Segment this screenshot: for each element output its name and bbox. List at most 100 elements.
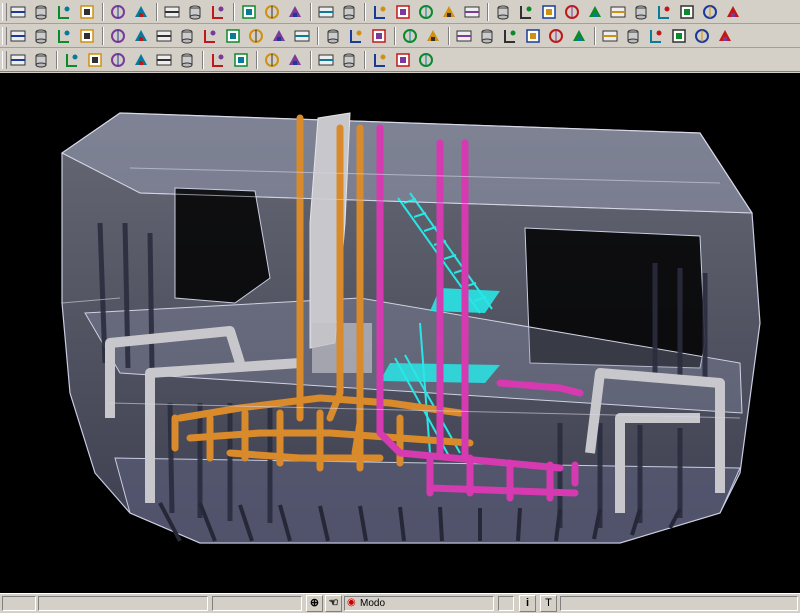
dim1-icon[interactable]: [600, 26, 620, 46]
pnt7-icon[interactable]: [208, 50, 228, 70]
net11-icon[interactable]: [723, 2, 743, 22]
tool1-icon[interactable]: [400, 26, 420, 46]
pnt1-icon[interactable]: [62, 50, 82, 70]
dim2-icon[interactable]: [623, 26, 643, 46]
toolbar-separator: [594, 27, 596, 45]
cyl1-icon[interactable]: [108, 26, 128, 46]
export-icon[interactable]: [569, 26, 589, 46]
cyl7-icon[interactable]: [246, 26, 266, 46]
snap5-icon[interactable]: [370, 50, 390, 70]
dim4-icon[interactable]: [669, 26, 689, 46]
dim5-icon[interactable]: [692, 26, 712, 46]
view-split-icon[interactable]: [370, 2, 390, 22]
zoom-status-icon[interactable]: ⊕: [306, 595, 323, 612]
snap7-icon[interactable]: [416, 50, 436, 70]
toolbar-grip[interactable]: [2, 3, 7, 21]
frame5-icon[interactable]: [546, 26, 566, 46]
pnt8-icon[interactable]: [231, 50, 251, 70]
refresh-icon[interactable]: [285, 2, 305, 22]
toolbar-separator: [448, 27, 450, 45]
dim6-icon[interactable]: [715, 26, 735, 46]
cyl6-icon[interactable]: [223, 26, 243, 46]
page1-icon[interactable]: [323, 26, 343, 46]
net10-icon[interactable]: [700, 2, 720, 22]
snap4-icon[interactable]: [339, 50, 359, 70]
pnt2-icon[interactable]: [85, 50, 105, 70]
pnt4-icon[interactable]: [131, 50, 151, 70]
view-edit-icon[interactable]: [416, 2, 436, 22]
snap-toolbar: [0, 48, 800, 72]
snap3-icon[interactable]: [316, 50, 336, 70]
filter-red-icon[interactable]: [131, 2, 151, 22]
3d-viewport[interactable]: Z Y X: [0, 73, 800, 593]
undo-icon[interactable]: [239, 2, 259, 22]
snap1-icon[interactable]: [262, 50, 282, 70]
view-toolbar: [0, 24, 800, 48]
filter-icon[interactable]: [108, 2, 128, 22]
pnt5-icon[interactable]: [154, 50, 174, 70]
view-panel-icon[interactable]: [393, 2, 413, 22]
hand-status-icon[interactable]: ☜: [325, 595, 342, 612]
grid1-icon[interactable]: [8, 50, 28, 70]
render-red-icon[interactable]: [339, 2, 359, 22]
cyl9-icon[interactable]: [292, 26, 312, 46]
cyl5-icon[interactable]: [200, 26, 220, 46]
dim3-icon[interactable]: [646, 26, 666, 46]
net5-icon[interactable]: [585, 2, 605, 22]
select-icon[interactable]: [8, 2, 28, 22]
frame1-icon[interactable]: [454, 26, 474, 46]
net6-icon[interactable]: [608, 2, 628, 22]
tool2-icon[interactable]: [423, 26, 443, 46]
view-draw-icon[interactable]: [439, 2, 459, 22]
toolbar-separator: [102, 27, 104, 45]
save-icon[interactable]: [162, 2, 182, 22]
cyl2-icon[interactable]: [131, 26, 151, 46]
view-top-icon[interactable]: [31, 26, 51, 46]
net4-icon[interactable]: [562, 2, 582, 22]
status-field-5: [560, 596, 798, 611]
toolbar-separator: [310, 51, 312, 69]
net1-icon[interactable]: [493, 2, 513, 22]
frame4-icon[interactable]: [523, 26, 543, 46]
toolbar-grip[interactable]: [2, 51, 7, 69]
redo-icon[interactable]: [262, 2, 282, 22]
ship-block-model: [61, 112, 761, 544]
frame3-icon[interactable]: [500, 26, 520, 46]
net7-icon[interactable]: [631, 2, 651, 22]
snap6-icon[interactable]: [393, 50, 413, 70]
status-field-1: [2, 596, 36, 611]
page2-icon[interactable]: [346, 26, 366, 46]
tree-icon[interactable]: [54, 2, 74, 22]
grid2-icon[interactable]: [31, 50, 51, 70]
toolbar-grip[interactable]: [2, 27, 7, 45]
deck-opening-left: [174, 187, 271, 304]
pnt3-icon[interactable]: [108, 50, 128, 70]
net8-icon[interactable]: [654, 2, 674, 22]
view-side-icon[interactable]: [54, 26, 74, 46]
toolbar-separator: [364, 3, 366, 21]
info-button[interactable]: i: [519, 595, 536, 612]
toolbar-separator: [394, 27, 396, 45]
page3-icon[interactable]: [369, 26, 389, 46]
snap2-icon[interactable]: [285, 50, 305, 70]
wand-icon[interactable]: [31, 2, 51, 22]
note-icon[interactable]: [462, 2, 482, 22]
view-front-icon[interactable]: [8, 26, 28, 46]
status-bar: ⊕ ☜ ◉ Modo i T: [0, 593, 800, 613]
view-zoom-icon[interactable]: [77, 26, 97, 46]
pnt6-icon[interactable]: [177, 50, 197, 70]
text-button[interactable]: T: [540, 595, 557, 612]
net9-icon[interactable]: [677, 2, 697, 22]
net2-icon[interactable]: [516, 2, 536, 22]
layers-icon[interactable]: [185, 2, 205, 22]
net3-icon[interactable]: [539, 2, 559, 22]
render-icon[interactable]: [316, 2, 336, 22]
cyl3-icon[interactable]: [154, 26, 174, 46]
toolbar-separator: [310, 3, 312, 21]
toolbar-separator: [364, 51, 366, 69]
cyl8-icon[interactable]: [269, 26, 289, 46]
frame2-icon[interactable]: [477, 26, 497, 46]
binoculars-icon[interactable]: [208, 2, 228, 22]
tree-color-icon[interactable]: [77, 2, 97, 22]
cyl4-icon[interactable]: [177, 26, 197, 46]
